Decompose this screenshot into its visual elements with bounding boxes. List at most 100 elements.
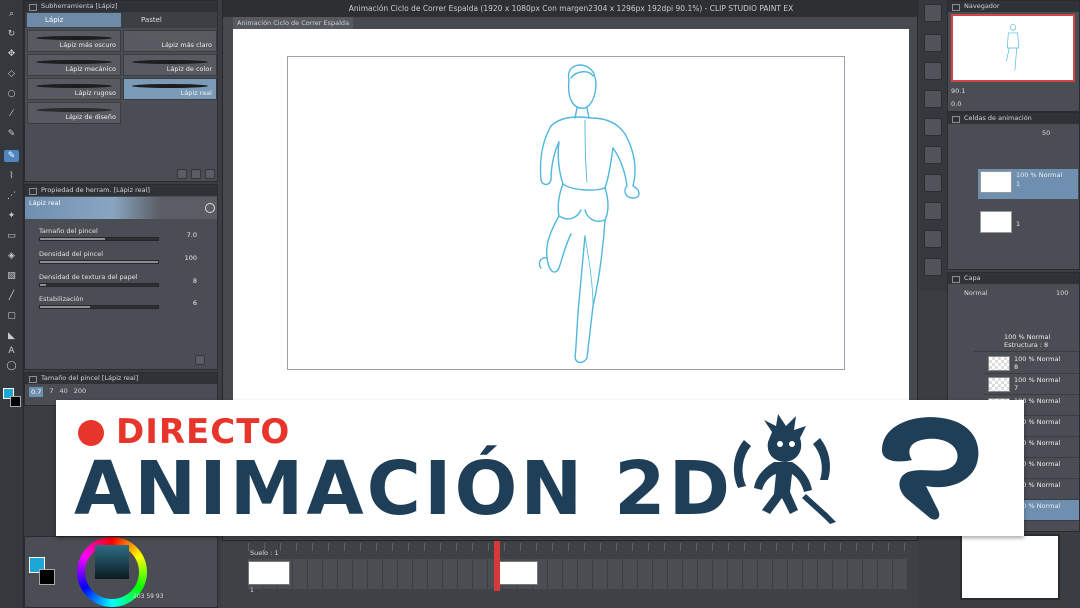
stabilization-slider[interactable] bbox=[39, 305, 159, 309]
tab-pastel[interactable]: Pastel bbox=[123, 13, 217, 27]
navigator-title: Navegador bbox=[948, 1, 1079, 12]
brush-size-option[interactable]: 40 bbox=[59, 387, 67, 397]
brush-lapiz-mas-claro[interactable]: Lápiz más claro bbox=[123, 30, 217, 52]
brush-size-option[interactable]: 200 bbox=[74, 387, 86, 397]
brush-size-value[interactable]: 7.0 bbox=[187, 231, 197, 239]
prop-paper-texture[interactable]: Densidad de textura del papel 8 bbox=[25, 271, 217, 293]
tool-property-panel: Propiedad de herram. [Lápiz real] Lápiz … bbox=[24, 184, 218, 370]
left-toolbar: ⌕ ↻ ✥ ◇ ○ ⁄ ✎ ✎ ⌇ ⋰ ✦ ▭ ◈ ▧ ╱ ▢ ◣ A ◯ bbox=[0, 0, 24, 608]
timeline-track-label[interactable]: Suelo : 1 bbox=[250, 549, 279, 557]
navigator-panel: Navegador 90.1 0.0 bbox=[947, 0, 1080, 112]
sub-view-thumbnail[interactable] bbox=[960, 534, 1060, 600]
document-tab[interactable]: Animación Ciclo de Correr Espalda bbox=[233, 17, 354, 29]
live-dot-icon bbox=[78, 420, 104, 446]
layer-row[interactable]: 100 % Normal 7 bbox=[984, 374, 1079, 395]
search-layer-icon[interactable] bbox=[924, 174, 942, 192]
brush-lapiz-mas-oscuro[interactable]: Lápiz más oscuro bbox=[27, 30, 121, 52]
hsv-readout: 203 59 93 bbox=[133, 593, 164, 600]
prop-brush-density[interactable]: Densidad del pincel 100 bbox=[25, 248, 217, 270]
zoom-value[interactable]: 90.1 bbox=[951, 87, 965, 95]
brush-density-value[interactable]: 100 bbox=[185, 254, 197, 262]
layer-opacity-value[interactable]: 100 bbox=[1056, 289, 1068, 297]
paper-texture-value[interactable]: 8 bbox=[193, 277, 197, 285]
ruler-tool-icon[interactable]: ◣ bbox=[4, 330, 19, 342]
saturation-value-square[interactable] bbox=[95, 545, 129, 579]
blend-mode-select[interactable]: Normal bbox=[964, 289, 988, 297]
tab-lapiz[interactable]: Lápiz bbox=[27, 13, 121, 27]
animation-cels-title: Celdas de animación bbox=[948, 113, 1079, 124]
fill-tool-icon[interactable]: ◈ bbox=[4, 250, 19, 262]
balloon-tool-icon[interactable]: ◯ bbox=[4, 360, 19, 372]
timeline-cel[interactable] bbox=[496, 561, 538, 585]
3d-icon[interactable] bbox=[924, 258, 942, 276]
zoom-tool-icon[interactable]: ⌕ bbox=[4, 8, 19, 20]
transform-icon[interactable] bbox=[924, 146, 942, 164]
dropper-tool-icon[interactable]: ⁄ bbox=[4, 108, 19, 120]
running-figure-sketch bbox=[538, 64, 640, 364]
grid-icon[interactable] bbox=[924, 90, 942, 108]
layer-folder[interactable]: 100 % Normal Estructura : 8 bbox=[974, 331, 1079, 352]
rotation-value[interactable]: 0.0 bbox=[951, 100, 961, 108]
animation-cels-panel: Celdas de animación 50 100 % Normal 1 1 bbox=[947, 112, 1080, 270]
frame-tool-icon[interactable]: ▢ bbox=[4, 310, 19, 322]
new-subtool-icon[interactable] bbox=[191, 169, 201, 179]
layer-row[interactable]: 100 % Normal 8 bbox=[984, 353, 1079, 374]
delete-subtool-icon[interactable] bbox=[205, 169, 215, 179]
window-title: Animación Ciclo de Correr Espalda (1920 … bbox=[223, 0, 919, 17]
stabilization-value[interactable]: 6 bbox=[193, 299, 197, 307]
live-banner: DIRECTO ANIMACIÓN 2D bbox=[56, 400, 1024, 536]
eraser-tool-icon[interactable]: ▭ bbox=[4, 230, 19, 242]
paper-texture-slider[interactable] bbox=[39, 283, 159, 287]
brush-size-option[interactable]: 7 bbox=[49, 387, 53, 397]
timeline-ruler[interactable] bbox=[248, 543, 908, 551]
airbrush-tool-icon[interactable]: ⋰ bbox=[4, 190, 19, 202]
layer-property-icon[interactable] bbox=[924, 4, 942, 22]
brush-lapiz-de-color[interactable]: Lápiz de color bbox=[123, 54, 217, 76]
pen-tool-icon[interactable]: ✎ bbox=[4, 128, 19, 140]
subtool-tabs: Lápiz Pastel bbox=[25, 12, 217, 28]
subtool-settings-icon[interactable] bbox=[177, 169, 187, 179]
search-icon[interactable] bbox=[205, 203, 215, 213]
timeline-cel[interactable] bbox=[248, 561, 290, 585]
close-view-icon[interactable] bbox=[924, 62, 942, 80]
timeline-playhead[interactable] bbox=[494, 541, 500, 591]
select-tool-icon[interactable]: ◇ bbox=[4, 68, 19, 80]
prop-stabilization[interactable]: Estabilización 6 bbox=[25, 293, 217, 315]
brush-lapiz-de-diseno[interactable]: Lápiz de diseño bbox=[27, 102, 121, 124]
lasso-tool-icon[interactable]: ○ bbox=[4, 88, 19, 100]
brush-density-slider[interactable] bbox=[39, 260, 159, 264]
sub-color-swatch[interactable] bbox=[10, 396, 21, 407]
decoration-tool-icon[interactable]: ✦ bbox=[4, 210, 19, 222]
brush-size-slider[interactable] bbox=[39, 237, 159, 241]
pencil-tool-icon[interactable]: ✎ bbox=[4, 150, 19, 162]
cel-opacity-value[interactable]: 50 bbox=[1042, 129, 1050, 137]
material-icon[interactable] bbox=[924, 34, 942, 52]
subtool-panel: Subherramienta [Lápiz] Lápiz Pastel Lápi… bbox=[24, 0, 218, 182]
prop-brush-size[interactable]: Tamaño del pincel 7.0 bbox=[25, 225, 217, 247]
history-icon[interactable] bbox=[924, 202, 942, 220]
timeline-frames[interactable] bbox=[248, 559, 908, 589]
banner-headline: ANIMACIÓN 2D bbox=[74, 446, 734, 532]
navigator-figure-thumbnail bbox=[1006, 24, 1019, 71]
secondary-color-swatch[interactable] bbox=[39, 569, 55, 585]
text-tool-icon[interactable]: A bbox=[4, 345, 19, 357]
brush-tool-icon[interactable]: ⌇ bbox=[4, 170, 19, 182]
auto-action-icon[interactable] bbox=[924, 230, 942, 248]
select-icon[interactable] bbox=[924, 118, 942, 136]
tool-property-title: Propiedad de herram. [Lápiz real] bbox=[25, 185, 217, 196]
timeline-panel: Suelo : 1 1 bbox=[222, 540, 918, 608]
move-tool-icon[interactable]: ✥ bbox=[4, 48, 19, 60]
rotate-tool-icon[interactable]: ↻ bbox=[4, 28, 19, 40]
gradient-tool-icon[interactable]: ▧ bbox=[4, 270, 19, 282]
brush-lapiz-rugoso[interactable]: Lápiz rugoso bbox=[27, 78, 121, 100]
cel-row[interactable]: 100 % Normal 1 bbox=[978, 169, 1078, 199]
timeline-cel-number: 1 bbox=[250, 587, 254, 594]
cel-row[interactable]: 1 bbox=[978, 209, 1078, 239]
brush-lapiz-mecanico[interactable]: Lápiz mecánico bbox=[27, 54, 121, 76]
layer-panel-title: Capa bbox=[948, 273, 1079, 284]
figure-tool-icon[interactable]: ╱ bbox=[4, 290, 19, 302]
wrench-icon[interactable] bbox=[195, 355, 205, 365]
brush-lapiz-real[interactable]: Lápiz real bbox=[123, 78, 217, 100]
brush-size-option[interactable]: 0.7 bbox=[29, 387, 44, 397]
navigator-preview[interactable] bbox=[951, 14, 1075, 82]
